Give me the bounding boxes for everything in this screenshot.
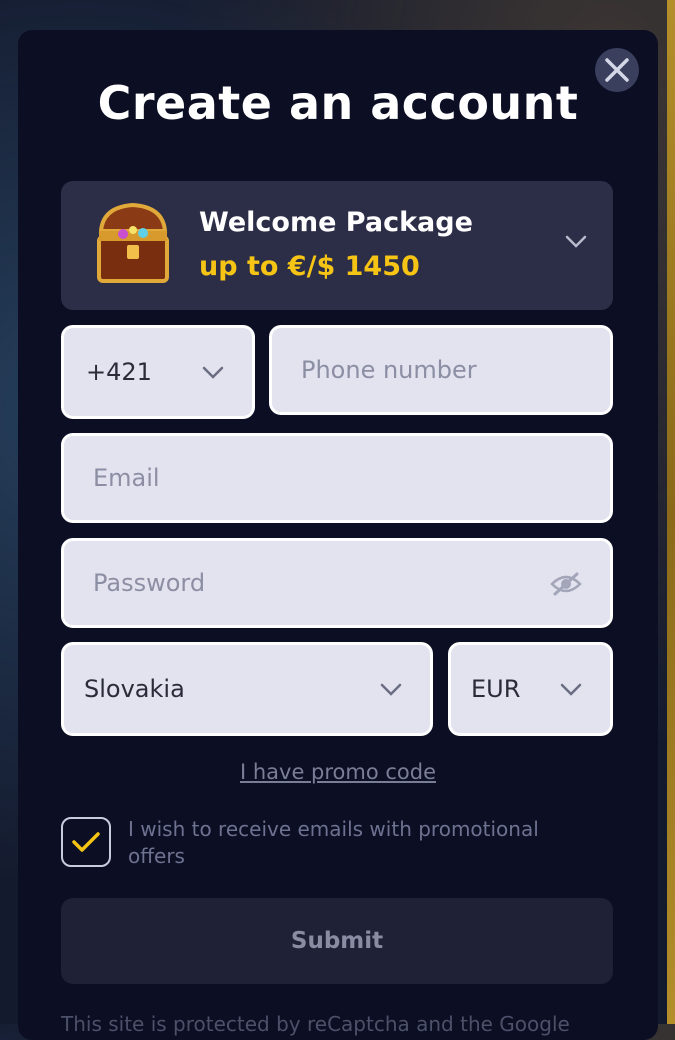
- submit-button[interactable]: Submit: [61, 898, 613, 984]
- promo-emails-label: I wish to receive emails with promotiona…: [128, 817, 539, 868]
- welcome-package-amount: up to €/$ 1450: [199, 251, 420, 282]
- chevron-down-icon: [565, 235, 587, 248]
- promo-code-link[interactable]: I have promo code: [18, 760, 658, 784]
- email-field[interactable]: Email: [61, 433, 613, 523]
- promo-emails-checkbox[interactable]: [61, 817, 111, 867]
- chevron-down-icon: [202, 366, 224, 379]
- welcome-package-title: Welcome Package: [199, 207, 473, 238]
- phone-number-placeholder: Phone number: [301, 356, 477, 384]
- background-gold-strip: [667, 0, 675, 1024]
- password-placeholder: Password: [93, 569, 206, 597]
- recaptcha-notice: This site is protected by reCaptcha and …: [61, 1012, 570, 1036]
- country-value: Slovakia: [84, 675, 185, 703]
- welcome-package-dropdown[interactable]: Welcome Package up to €/$ 1450: [61, 181, 613, 310]
- eye-off-icon[interactable]: [550, 572, 582, 596]
- currency-select[interactable]: EUR: [448, 642, 613, 736]
- phone-code-select[interactable]: +421: [61, 325, 255, 419]
- signup-modal: Create an account Welcome Package up to …: [18, 30, 658, 1040]
- email-placeholder: Email: [93, 464, 160, 492]
- country-select[interactable]: Slovakia: [61, 642, 433, 736]
- currency-value: EUR: [471, 675, 521, 703]
- checkmark-icon: [72, 832, 100, 852]
- page-title: Create an account: [97, 76, 579, 130]
- phone-number-field[interactable]: Phone number: [269, 325, 613, 415]
- chevron-down-icon: [380, 683, 402, 696]
- phone-code-value: +421: [86, 358, 152, 386]
- chevron-down-icon: [560, 683, 582, 696]
- password-field[interactable]: Password: [61, 538, 613, 628]
- treasure-chest-icon: [97, 202, 169, 283]
